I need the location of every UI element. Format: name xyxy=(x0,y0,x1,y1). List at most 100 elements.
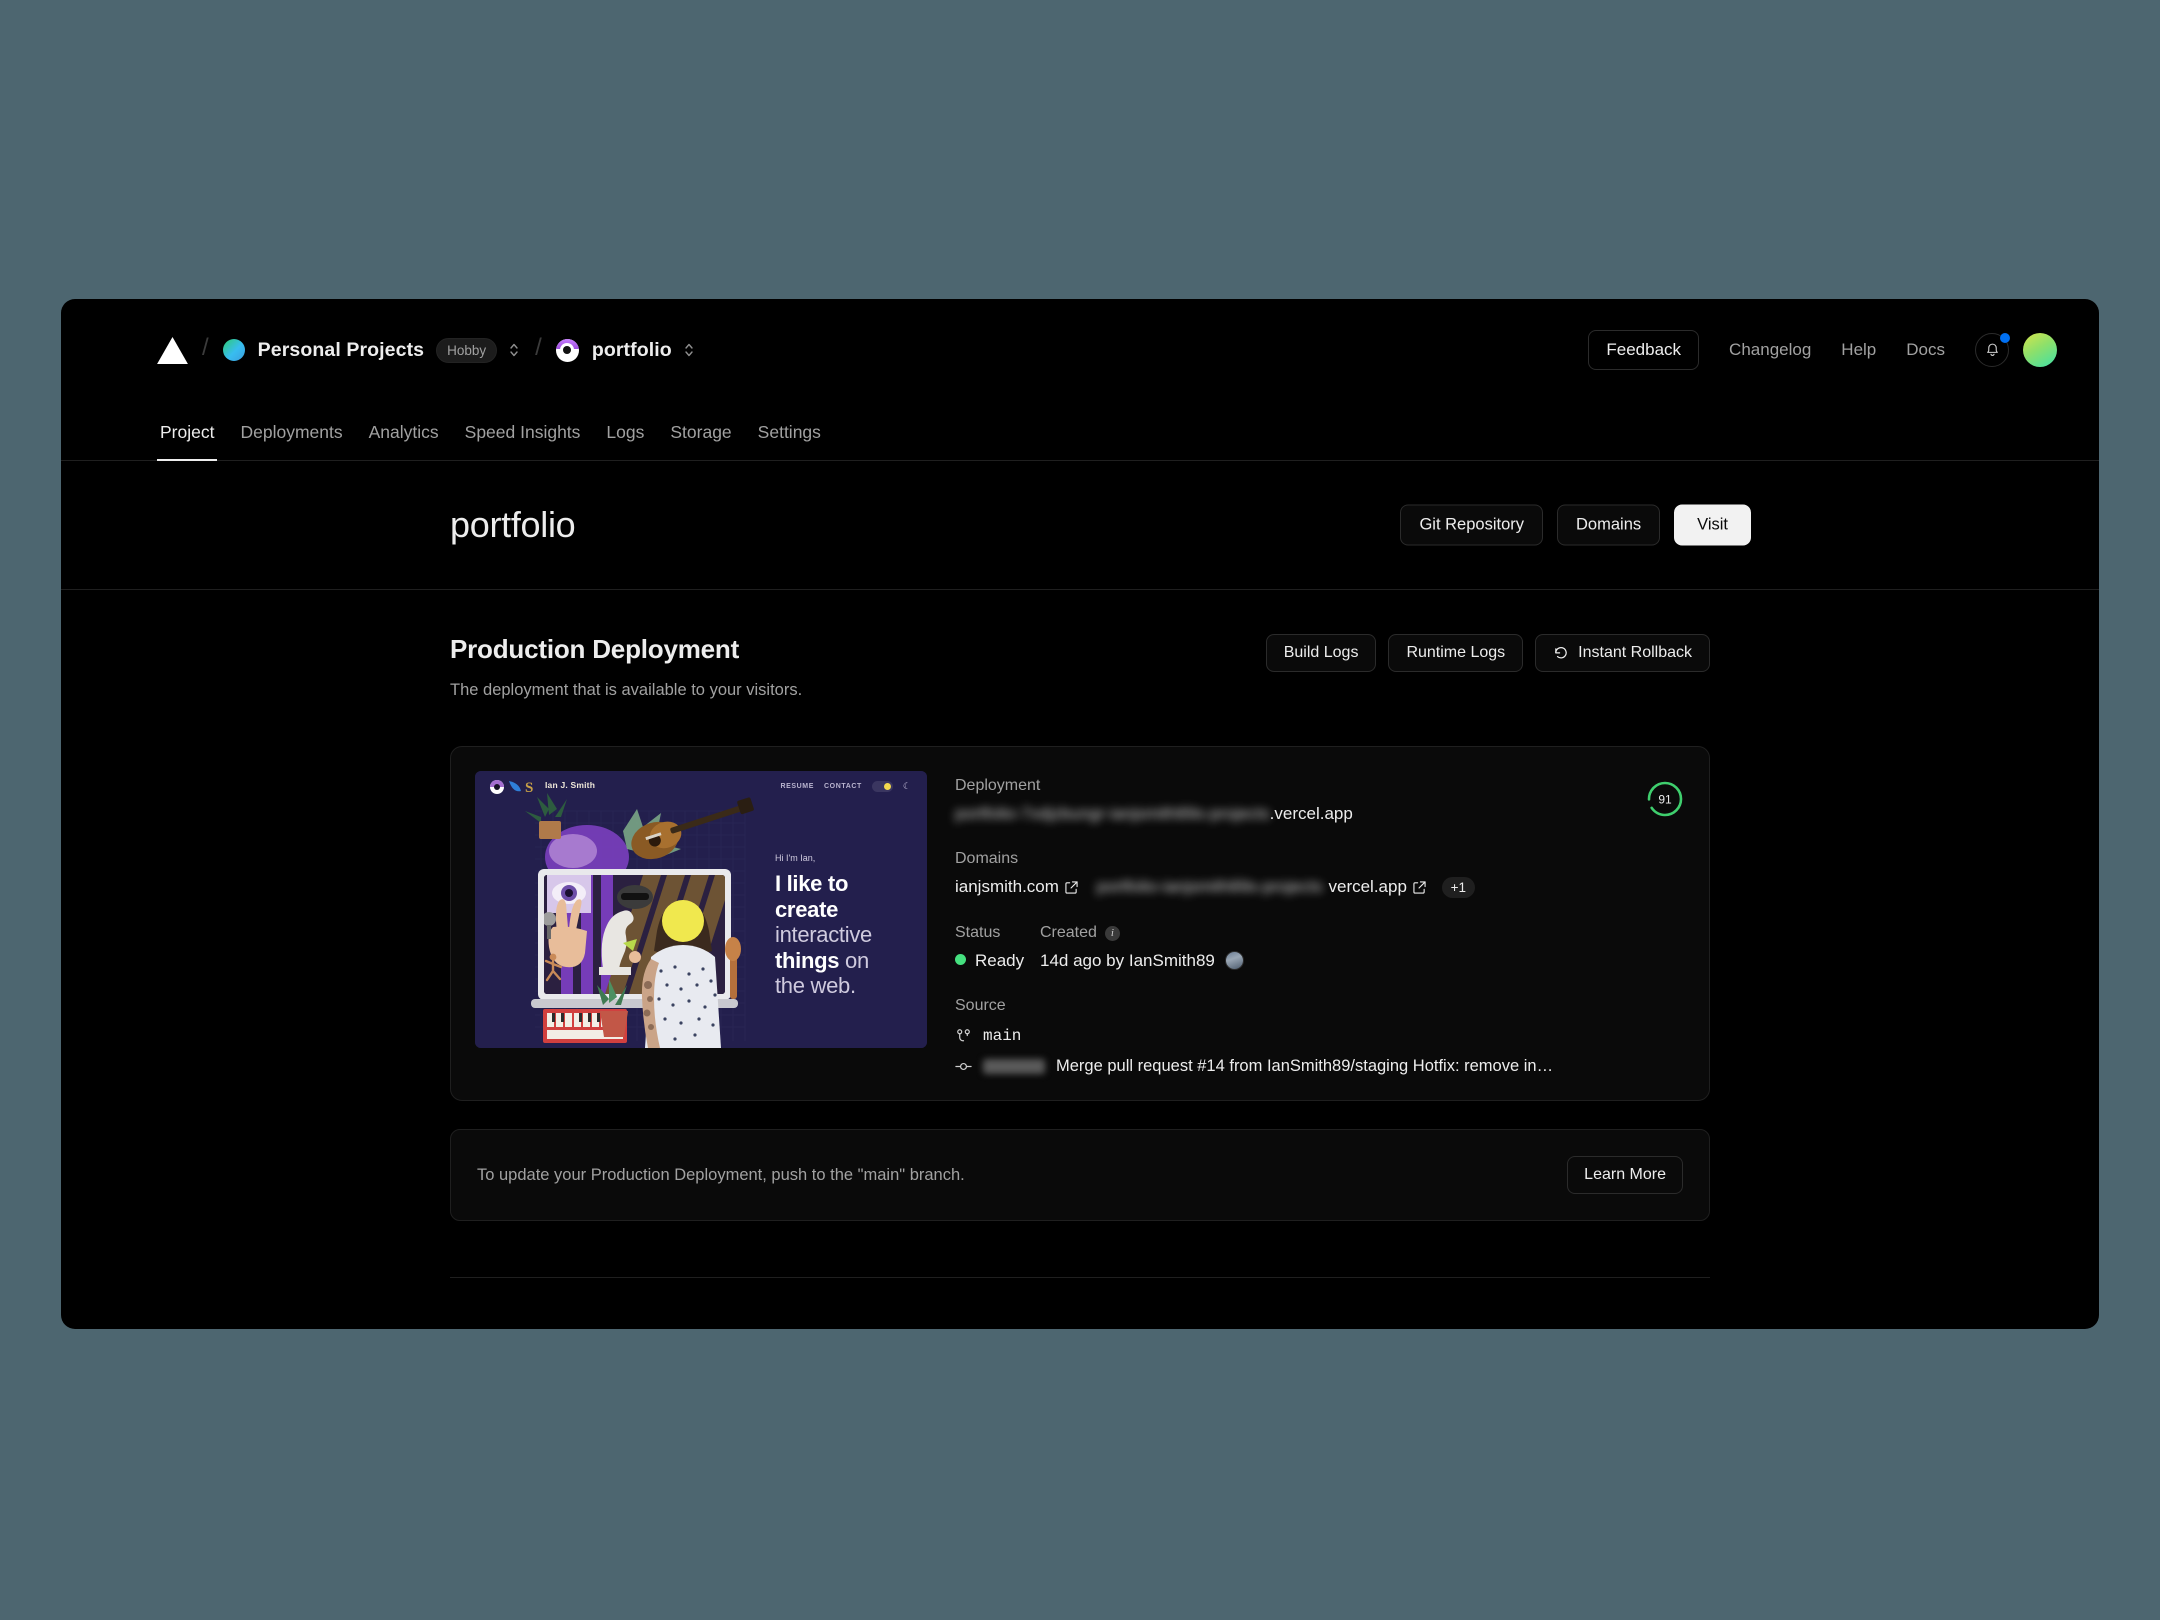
breadcrumb: / Personal Projects Hobby / portfolio xyxy=(157,330,696,370)
header-actions: Feedback Changelog Help Docs xyxy=(1588,327,2057,373)
domain-primary-link[interactable]: ianjsmith.com xyxy=(955,877,1078,897)
commit-message: Merge pull request #14 from IanSmith89/s… xyxy=(1056,1057,1556,1076)
preview-line-4-rest: on xyxy=(839,947,869,973)
source-label: Source xyxy=(955,997,1006,1015)
build-logs-label: Build Logs xyxy=(1283,644,1359,661)
notifications-button[interactable] xyxy=(1975,333,2010,367)
domain-secondary-redacted: portfolio-ianjsmith89s-projects xyxy=(1096,877,1323,896)
created-label: Created i xyxy=(1040,924,1244,942)
preview-line-2: create xyxy=(775,896,839,922)
status-label: Status xyxy=(955,924,1001,942)
project-title-row: portfolio Git Repository Domains Visit xyxy=(61,461,2099,590)
moon-icon: ☾ xyxy=(902,781,911,791)
score-value: 91 xyxy=(1658,793,1672,807)
preview-line-1: I like to xyxy=(775,871,849,896)
production-notice-bar: To update your Production Deployment, pu… xyxy=(450,1129,1710,1222)
preview-nav-resume: RESUME xyxy=(780,783,815,790)
tab-logs[interactable]: Logs xyxy=(593,422,657,460)
project-actions: Git Repository Domains Visit xyxy=(1400,504,1751,546)
user-avatar[interactable] xyxy=(2023,333,2057,367)
branch-name: main xyxy=(983,1027,1022,1046)
project-nav-tabs: Project Deployments Analytics Speed Insi… xyxy=(61,403,2099,461)
active-branches-section: Active Branches Open branches on IanSmit… xyxy=(450,1278,1710,1329)
domains-button[interactable]: Domains xyxy=(1557,504,1661,546)
runtime-logs-button[interactable]: Runtime Logs xyxy=(1388,634,1524,672)
section-subtitle: The deployment that is available to your… xyxy=(450,681,803,699)
instant-rollback-button[interactable]: Instant Rollback xyxy=(1535,634,1710,672)
breadcrumb-team[interactable]: Personal Projects xyxy=(258,339,424,362)
created-label-text: Created xyxy=(1040,924,1097,942)
preview-line-4-bold: things xyxy=(775,947,840,973)
notice-text: To update your Production Deployment, pu… xyxy=(477,1165,965,1184)
breadcrumb-project[interactable]: portfolio xyxy=(592,339,672,362)
preview-nav-links: RESUME CONTACT ☾ xyxy=(780,781,911,792)
project-chevron-updown-icon[interactable] xyxy=(682,339,696,361)
tab-settings[interactable]: Settings xyxy=(745,422,834,460)
source-block: Source main Merge pull request #14 from … xyxy=(955,997,1685,1076)
production-deployment-header: Production Deployment The deployment tha… xyxy=(450,634,1710,716)
tab-storage[interactable]: Storage xyxy=(657,422,744,460)
git-branch-icon xyxy=(957,1028,970,1041)
breadcrumb-separator-2: / xyxy=(535,334,542,361)
domain-secondary-suffix: vercel.app xyxy=(1328,877,1407,896)
runtime-logs-label: Runtime Logs xyxy=(1406,644,1506,661)
created-value-text: 14d ago by IanSmith89 xyxy=(1040,951,1215,971)
info-icon[interactable]: i xyxy=(1104,925,1120,941)
domain-secondary-link[interactable]: portfolio-ianjsmith89s-projects vercel.ap… xyxy=(1097,877,1426,897)
git-repository-button[interactable]: Git Repository xyxy=(1400,504,1544,546)
page-title: portfolio xyxy=(450,504,576,545)
domains-label: Domains xyxy=(955,850,1019,867)
status-created-row: Status Ready Created i 14d ago by IanSmit… xyxy=(955,924,1685,971)
domain-primary-text: ianjsmith.com xyxy=(955,877,1059,896)
plan-badge: Hobby xyxy=(436,337,498,363)
tab-analytics[interactable]: Analytics xyxy=(356,422,452,460)
tab-project[interactable]: Project xyxy=(147,422,227,461)
vercel-logo-icon[interactable] xyxy=(157,336,188,364)
external-link-icon xyxy=(1065,880,1078,894)
bell-icon xyxy=(1986,343,1998,356)
team-chevron-updown-icon[interactable] xyxy=(507,339,521,361)
deployment-url-redacted: portfolio-7xdjzbungr-ianjsmith89s-projec… xyxy=(955,804,1270,823)
status-value: Ready xyxy=(975,951,1025,971)
preview-site-nav: Ian J. Smith RESUME CONTACT ☾ xyxy=(475,771,927,805)
status-badge: Ready xyxy=(955,951,1040,971)
deployment-preview-thumbnail[interactable]: S Ian J. Smith RESUME CONTACT ☾ Hi I'm I… xyxy=(475,771,927,1048)
learn-more-button[interactable]: Learn More xyxy=(1567,1156,1683,1195)
commit-row[interactable]: Merge pull request #14 from IanSmith89/s… xyxy=(955,1057,1685,1076)
production-deployment-card: S Ian J. Smith RESUME CONTACT ☾ Hi I'm I… xyxy=(450,746,1710,1102)
deployment-url[interactable]: portfolio-7xdjzbungr-ianjsmith89s-projec… xyxy=(955,804,1685,824)
project-avatar xyxy=(555,338,579,362)
external-link-icon-2 xyxy=(1413,880,1426,894)
creator-avatar xyxy=(1224,951,1244,971)
tab-deployments[interactable]: Deployments xyxy=(227,422,355,460)
commit-hash-redacted xyxy=(983,1059,1045,1075)
lighthouse-score-badge[interactable]: 91 xyxy=(1645,779,1685,819)
visit-button[interactable]: Visit xyxy=(1674,504,1751,546)
team-avatar xyxy=(222,339,245,361)
preview-line-3: interactive xyxy=(775,922,872,948)
preview-line-5: the web. xyxy=(775,973,856,999)
tab-speed-insights[interactable]: Speed Insights xyxy=(452,422,594,460)
preview-greeting: Hi I'm Ian, xyxy=(775,853,816,863)
top-bar: / Personal Projects Hobby / portfolio Fe… xyxy=(61,299,2099,403)
branch-row[interactable]: main xyxy=(955,1027,1685,1045)
deployment-url-label: Deployment xyxy=(955,777,1041,794)
feedback-button[interactable]: Feedback xyxy=(1588,330,1700,370)
build-logs-button[interactable]: Build Logs xyxy=(1265,634,1377,672)
preview-nav-contact: CONTACT xyxy=(824,783,862,790)
preview-hero-copy: Hi I'm Ian, I like to create interactive… xyxy=(775,853,925,999)
help-link[interactable]: Help xyxy=(1841,340,1876,360)
instant-rollback-label: Instant Rollback xyxy=(1578,644,1692,661)
git-commit-icon xyxy=(955,1062,972,1071)
preview-brand: Ian J. Smith xyxy=(492,780,595,790)
status-block: Status Ready xyxy=(955,924,1040,971)
vercel-dashboard-window: / Personal Projects Hobby / portfolio Fe… xyxy=(61,299,2099,1329)
docs-link[interactable]: Docs xyxy=(1906,340,1945,360)
rollback-icon xyxy=(1555,646,1567,659)
domains-list: ianjsmith.com portfolio-ianjsmith89s-pro… xyxy=(955,877,1685,899)
changelog-link[interactable]: Changelog xyxy=(1729,340,1811,360)
main-content: Production Deployment The deployment tha… xyxy=(61,590,2099,1329)
breadcrumb-separator: / xyxy=(202,334,209,361)
domains-more-badge[interactable]: +1 xyxy=(1441,877,1476,899)
preview-theme-toggle xyxy=(871,781,893,792)
